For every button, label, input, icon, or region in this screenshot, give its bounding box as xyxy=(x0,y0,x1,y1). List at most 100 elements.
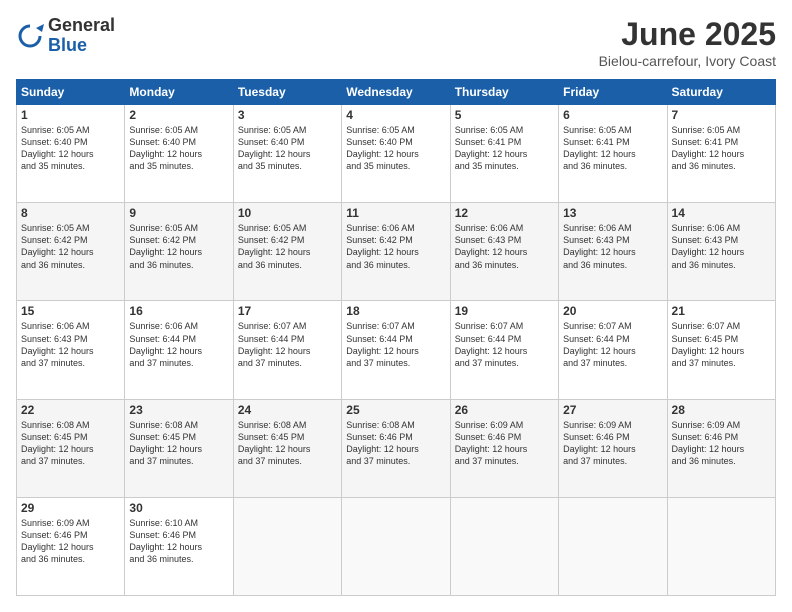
col-saturday: Saturday xyxy=(667,80,775,105)
day-number: 7 xyxy=(672,108,771,122)
table-row: 16Sunrise: 6:06 AM Sunset: 6:44 PM Dayli… xyxy=(125,301,233,399)
day-number: 21 xyxy=(672,304,771,318)
table-row: 6 Sunrise: 6:05 AM Sunset: 6:41 PM Daylig… xyxy=(559,105,667,203)
table-row: 19 Sunrise: 6:07 AM Sunset: 6:44 PM Dayli… xyxy=(450,301,558,399)
day-info: Sunrise: 6:07 AM Sunset: 6:44 PM Dayligh… xyxy=(563,320,662,369)
calendar-table: Sunday Monday Tuesday Wednesday Thursday… xyxy=(16,79,776,596)
table-row: 8 Sunrise: 6:05 AM Sunset: 6:42 PM Daylig… xyxy=(17,203,125,301)
day-info: Sunrise: 6:05 AM Sunset: 6:40 PM Dayligh… xyxy=(346,124,445,173)
table-row: 22 Sunrise: 6:08 AM Sunset: 6:45 PM Dayli… xyxy=(17,399,125,497)
day-number: 16 xyxy=(129,304,228,318)
day-info: Sunrise: 6:09 AM Sunset: 6:46 PM Dayligh… xyxy=(672,419,771,468)
day-info: Sunrise: 6:05 AM Sunset: 6:42 PM Dayligh… xyxy=(21,222,120,271)
day-number: 20 xyxy=(563,304,662,318)
table-row: 10 Sunrise: 6:05 AM Sunset: 6:42 PM Dayli… xyxy=(233,203,341,301)
day-info: Sunrise: 6:07 AM Sunset: 6:44 PM Dayligh… xyxy=(346,320,445,369)
day-number: 8 xyxy=(21,206,120,220)
day-number: 12 xyxy=(455,206,554,220)
table-row xyxy=(667,497,775,595)
col-friday: Friday xyxy=(559,80,667,105)
calendar-week-row: 15Sunrise: 6:06 AM Sunset: 6:43 PM Dayli… xyxy=(17,301,776,399)
day-number: 11 xyxy=(346,206,445,220)
logo-general-text: General xyxy=(48,16,115,36)
day-info: Sunrise: 6:06 AM Sunset: 6:43 PM Dayligh… xyxy=(455,222,554,271)
day-info: Sunrise: 6:05 AM Sunset: 6:40 PM Dayligh… xyxy=(129,124,228,173)
table-row: 20 Sunrise: 6:07 AM Sunset: 6:44 PM Dayli… xyxy=(559,301,667,399)
logo-text: General Blue xyxy=(48,16,115,56)
table-row xyxy=(450,497,558,595)
table-row: 27 Sunrise: 6:09 AM Sunset: 6:46 PM Dayli… xyxy=(559,399,667,497)
table-row: 23Sunrise: 6:08 AM Sunset: 6:45 PM Dayli… xyxy=(125,399,233,497)
day-info: Sunrise: 6:09 AM Sunset: 6:46 PM Dayligh… xyxy=(21,517,120,566)
table-row: 1 Sunrise: 6:05 AM Sunset: 6:40 PM Daylig… xyxy=(17,105,125,203)
day-number: 29 xyxy=(21,501,120,515)
day-number: 25 xyxy=(346,403,445,417)
col-thursday: Thursday xyxy=(450,80,558,105)
day-number: 5 xyxy=(455,108,554,122)
day-number: 10 xyxy=(238,206,337,220)
day-number: 23 xyxy=(129,403,228,417)
page: General Blue June 2025 Bielou-carrefour,… xyxy=(0,0,792,612)
table-row: 2Sunrise: 6:05 AM Sunset: 6:40 PM Daylig… xyxy=(125,105,233,203)
table-row: 15Sunrise: 6:06 AM Sunset: 6:43 PM Dayli… xyxy=(17,301,125,399)
table-row: 28Sunrise: 6:09 AM Sunset: 6:46 PM Dayli… xyxy=(667,399,775,497)
day-info: Sunrise: 6:05 AM Sunset: 6:40 PM Dayligh… xyxy=(238,124,337,173)
title-block: June 2025 Bielou-carrefour, Ivory Coast xyxy=(599,16,776,69)
calendar-week-row: 1 Sunrise: 6:05 AM Sunset: 6:40 PM Daylig… xyxy=(17,105,776,203)
day-info: Sunrise: 6:05 AM Sunset: 6:41 PM Dayligh… xyxy=(563,124,662,173)
day-number: 30 xyxy=(129,501,228,515)
day-info: Sunrise: 6:05 AM Sunset: 6:41 PM Dayligh… xyxy=(455,124,554,173)
table-row xyxy=(342,497,450,595)
day-info: Sunrise: 6:05 AM Sunset: 6:41 PM Dayligh… xyxy=(672,124,771,173)
day-info: Sunrise: 6:09 AM Sunset: 6:46 PM Dayligh… xyxy=(455,419,554,468)
day-info: Sunrise: 6:10 AM Sunset: 6:46 PM Dayligh… xyxy=(129,517,228,566)
day-number: 13 xyxy=(563,206,662,220)
table-row: 7 Sunrise: 6:05 AM Sunset: 6:41 PM Daylig… xyxy=(667,105,775,203)
header: General Blue June 2025 Bielou-carrefour,… xyxy=(16,16,776,69)
day-info: Sunrise: 6:08 AM Sunset: 6:46 PM Dayligh… xyxy=(346,419,445,468)
calendar-week-row: 8 Sunrise: 6:05 AM Sunset: 6:42 PM Daylig… xyxy=(17,203,776,301)
day-number: 14 xyxy=(672,206,771,220)
day-number: 18 xyxy=(346,304,445,318)
table-row xyxy=(233,497,341,595)
table-row: 5 Sunrise: 6:05 AM Sunset: 6:41 PM Daylig… xyxy=(450,105,558,203)
day-info: Sunrise: 6:08 AM Sunset: 6:45 PM Dayligh… xyxy=(21,419,120,468)
day-number: 17 xyxy=(238,304,337,318)
table-row: 13 Sunrise: 6:06 AM Sunset: 6:43 PM Dayli… xyxy=(559,203,667,301)
col-monday: Monday xyxy=(125,80,233,105)
day-number: 4 xyxy=(346,108,445,122)
table-row xyxy=(559,497,667,595)
day-number: 26 xyxy=(455,403,554,417)
col-tuesday: Tuesday xyxy=(233,80,341,105)
day-info: Sunrise: 6:09 AM Sunset: 6:46 PM Dayligh… xyxy=(563,419,662,468)
day-number: 6 xyxy=(563,108,662,122)
day-number: 22 xyxy=(21,403,120,417)
day-number: 27 xyxy=(563,403,662,417)
day-info: Sunrise: 6:07 AM Sunset: 6:44 PM Dayligh… xyxy=(238,320,337,369)
day-number: 15 xyxy=(21,304,120,318)
table-row: 21 Sunrise: 6:07 AM Sunset: 6:45 PM Dayli… xyxy=(667,301,775,399)
calendar-week-row: 22 Sunrise: 6:08 AM Sunset: 6:45 PM Dayli… xyxy=(17,399,776,497)
table-row: 3 Sunrise: 6:05 AM Sunset: 6:40 PM Daylig… xyxy=(233,105,341,203)
table-row: 12 Sunrise: 6:06 AM Sunset: 6:43 PM Dayli… xyxy=(450,203,558,301)
day-info: Sunrise: 6:05 AM Sunset: 6:42 PM Dayligh… xyxy=(238,222,337,271)
day-number: 19 xyxy=(455,304,554,318)
day-number: 1 xyxy=(21,108,120,122)
table-row: 30 Sunrise: 6:10 AM Sunset: 6:46 PM Dayli… xyxy=(125,497,233,595)
location: Bielou-carrefour, Ivory Coast xyxy=(599,53,776,69)
table-row: 18 Sunrise: 6:07 AM Sunset: 6:44 PM Dayli… xyxy=(342,301,450,399)
table-row: 14 Sunrise: 6:06 AM Sunset: 6:43 PM Dayli… xyxy=(667,203,775,301)
day-info: Sunrise: 6:07 AM Sunset: 6:44 PM Dayligh… xyxy=(455,320,554,369)
day-info: Sunrise: 6:05 AM Sunset: 6:42 PM Dayligh… xyxy=(129,222,228,271)
col-sunday: Sunday xyxy=(17,80,125,105)
logo-icon xyxy=(16,22,44,50)
day-info: Sunrise: 6:05 AM Sunset: 6:40 PM Dayligh… xyxy=(21,124,120,173)
col-wednesday: Wednesday xyxy=(342,80,450,105)
day-number: 3 xyxy=(238,108,337,122)
day-info: Sunrise: 6:06 AM Sunset: 6:43 PM Dayligh… xyxy=(672,222,771,271)
day-info: Sunrise: 6:07 AM Sunset: 6:45 PM Dayligh… xyxy=(672,320,771,369)
table-row: 29 Sunrise: 6:09 AM Sunset: 6:46 PM Dayli… xyxy=(17,497,125,595)
day-info: Sunrise: 6:06 AM Sunset: 6:43 PM Dayligh… xyxy=(563,222,662,271)
day-info: Sunrise: 6:06 AM Sunset: 6:42 PM Dayligh… xyxy=(346,222,445,271)
table-row: 26 Sunrise: 6:09 AM Sunset: 6:46 PM Dayli… xyxy=(450,399,558,497)
